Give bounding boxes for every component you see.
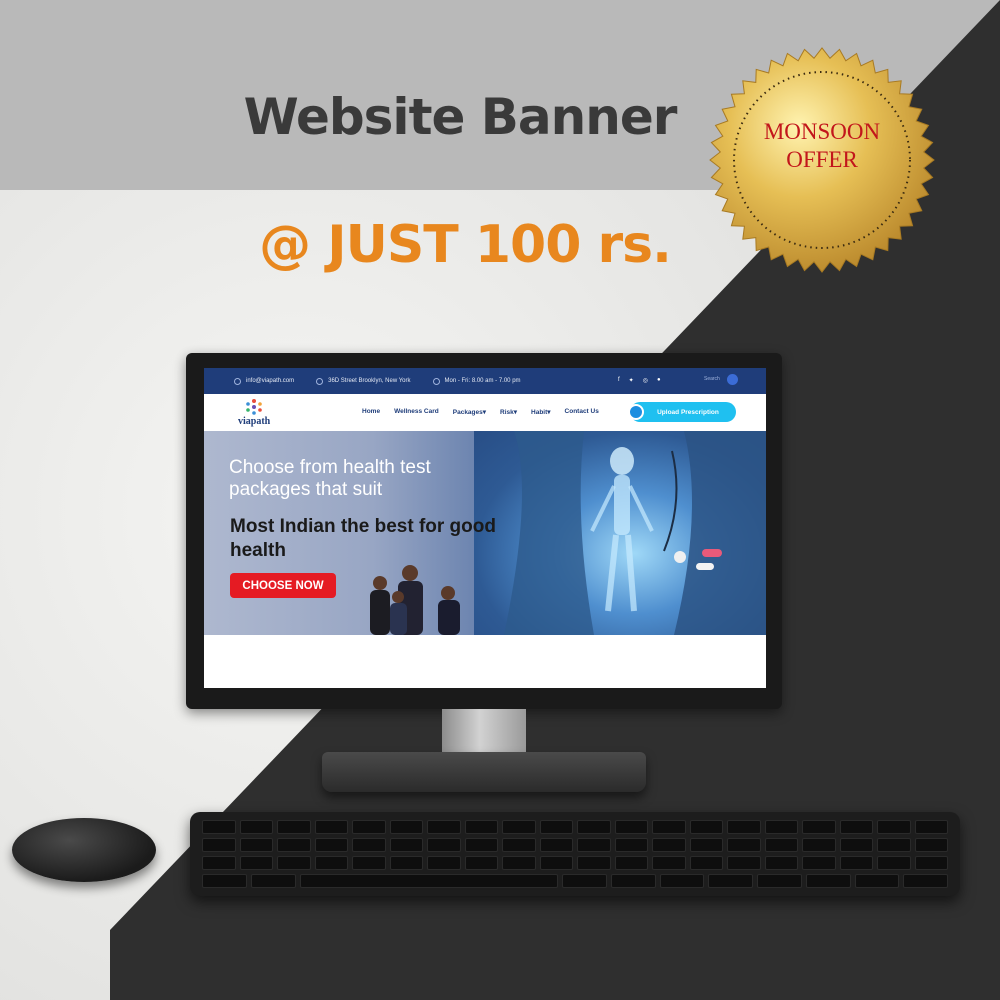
seal-line-2: OFFER (786, 147, 858, 172)
menu-contact-us[interactable]: Contact Us (565, 408, 599, 416)
main-menu: Home Wellness Card Packages▾ Risk▾ Habit… (362, 408, 599, 416)
computer-mouse (12, 818, 156, 882)
upload-icon (628, 404, 644, 420)
menu-habit[interactable]: Habit▾ (531, 408, 551, 416)
keyboard (190, 812, 960, 896)
price-text: @ JUST 100 rs. (259, 215, 672, 275)
doctor-skeleton-illustration (504, 431, 766, 635)
website-topbar: info@viapath.com 36D Street Brooklyn, Ne… (204, 368, 766, 394)
monitor-stand-base (322, 752, 646, 792)
menu-packages[interactable]: Packages▾ (453, 408, 486, 416)
seal-line-1: MONSOON (763, 119, 881, 144)
hero-subheading: Choose from health test packages that su… (229, 457, 431, 500)
social-links: f ✦ ◎ ● (618, 377, 661, 384)
mail-icon (234, 377, 241, 385)
clock-icon (432, 377, 440, 385)
instagram-icon[interactable]: ◎ (643, 377, 648, 384)
hero-heading: Most Indian the best for good health (230, 516, 496, 561)
headline: Website Banner (243, 88, 678, 146)
topbar-email-text: info@viapath.com (246, 378, 295, 384)
topbar-email[interactable]: info@viapath.com (234, 377, 295, 385)
topbar-address-text: 36D Street Brooklyn, New York (328, 378, 411, 384)
menu-risk[interactable]: Risk▾ (500, 408, 517, 416)
family-photo (370, 565, 460, 635)
upload-prescription-button[interactable]: Upload Prescription (628, 402, 736, 422)
topbar-hours-text: Mon - Fri: 8.00 am - 7.00 pm (444, 378, 521, 384)
topbar-address: 36D Street Brooklyn, New York (316, 377, 411, 385)
hero-medical-image (474, 431, 766, 635)
search-icon[interactable] (727, 374, 738, 385)
location-icon (316, 377, 324, 385)
website-navbar: viapath Home Wellness Card Packages▾ Ris… (204, 394, 766, 431)
topbar-hours: Mon - Fri: 8.00 am - 7.00 pm (432, 377, 521, 385)
logo-icon (246, 399, 262, 415)
hero-banner: Choose from health test packages that su… (204, 431, 766, 635)
menu-wellness-card[interactable]: Wellness Card (394, 408, 439, 416)
seal-text: MONSOON OFFER (738, 118, 906, 174)
pinterest-icon[interactable]: ● (657, 377, 661, 384)
facebook-icon[interactable]: f (618, 377, 620, 384)
upload-button-label: Upload Prescription (657, 408, 719, 416)
choose-now-button[interactable]: CHOOSE NOW (230, 573, 336, 598)
site-logo-text[interactable]: viapath (238, 416, 270, 427)
monitor-screen: info@viapath.com 36D Street Brooklyn, Ne… (204, 368, 766, 688)
menu-home[interactable]: Home (362, 408, 380, 416)
search-input[interactable]: Search (704, 376, 720, 382)
twitter-icon[interactable]: ✦ (629, 377, 634, 384)
